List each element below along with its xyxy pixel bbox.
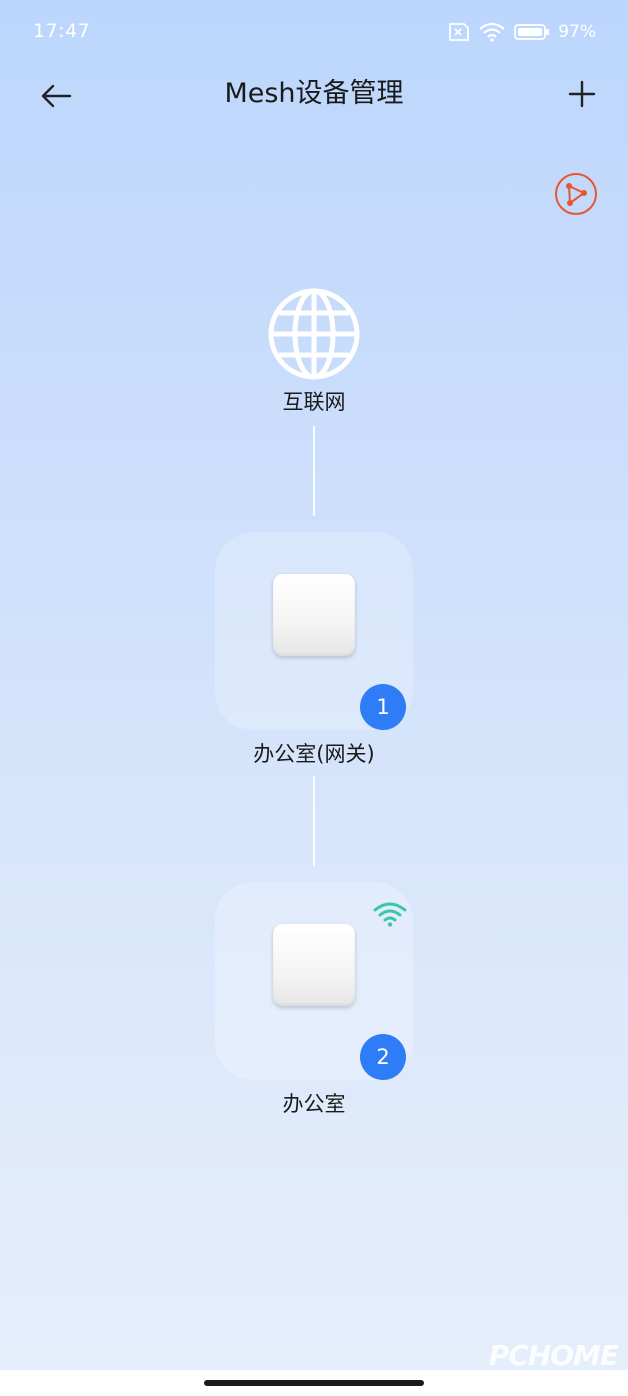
internet-node: 互联网 bbox=[214, 284, 414, 420]
status-time: 17:47 bbox=[33, 20, 91, 42]
battery-percent: 97% bbox=[558, 22, 596, 42]
globe-icon bbox=[268, 288, 360, 380]
add-device-button[interactable] bbox=[562, 74, 602, 114]
device-label-node: 办公室 bbox=[282, 1092, 346, 1116]
plus-icon bbox=[568, 80, 596, 108]
wifi-signal-icon bbox=[373, 902, 407, 927]
device-label-gateway: 办公室(网关) bbox=[253, 742, 375, 766]
device-index-badge: 1 bbox=[360, 684, 406, 730]
connector-line bbox=[313, 426, 315, 516]
device-card-gateway[interactable]: 1 bbox=[215, 532, 413, 730]
connector-line bbox=[313, 776, 315, 866]
router-icon bbox=[273, 574, 355, 656]
nav-bar: Mesh设备管理 bbox=[0, 64, 628, 128]
status-bar: 17:47 97% bbox=[0, 0, 628, 64]
home-indicator[interactable] bbox=[204, 1380, 424, 1386]
router-icon bbox=[273, 924, 355, 1006]
wifi-status-icon bbox=[479, 22, 505, 42]
topology-icon bbox=[555, 173, 597, 215]
battery-icon bbox=[514, 24, 550, 40]
topology-button[interactable] bbox=[554, 172, 598, 216]
no-sim-icon bbox=[449, 23, 470, 41]
watermark-logo: PCHOME bbox=[488, 1339, 619, 1372]
device-card-node[interactable]: 2 bbox=[215, 882, 413, 1080]
internet-label: 互联网 bbox=[282, 390, 346, 414]
page-title: Mesh设备管理 bbox=[224, 78, 404, 109]
device-index-badge: 2 bbox=[360, 1034, 406, 1080]
status-icons: 97% bbox=[446, 20, 596, 44]
